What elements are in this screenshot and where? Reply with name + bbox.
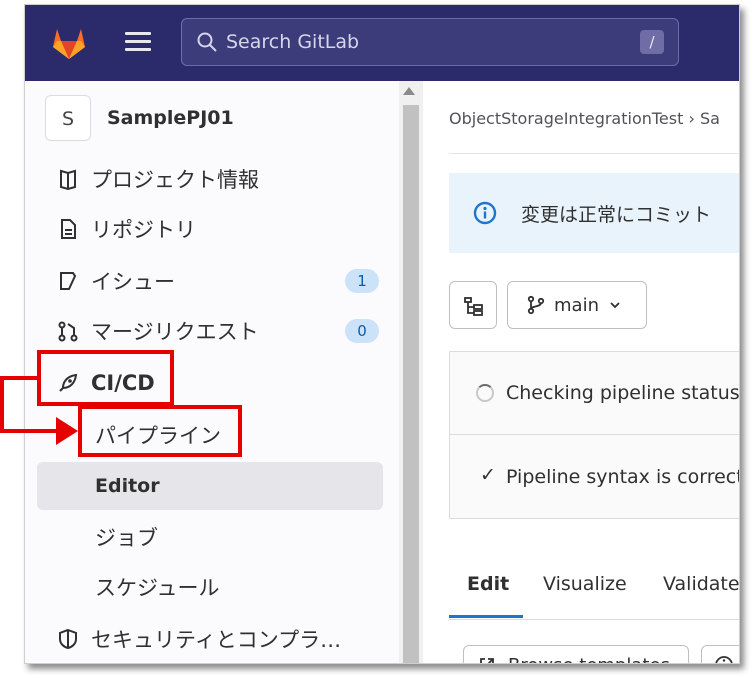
pipeline-status-row: Checking pipeline status	[450, 352, 739, 435]
annotation-highlight-pipelines	[78, 405, 242, 457]
browse-templates-button[interactable]: Browse templates	[463, 645, 689, 663]
scroll-up-arrow-icon[interactable]	[403, 87, 415, 95]
hamburger-icon[interactable]	[125, 32, 151, 54]
active-tab-indicator	[449, 615, 523, 618]
help-icon	[715, 656, 733, 663]
search-icon	[197, 32, 217, 52]
issues-count-badge: 1	[345, 269, 379, 293]
sidebar-item-issues[interactable]: イシュー 1	[37, 259, 383, 303]
annotation-connector-line	[0, 376, 4, 433]
alert-message: 変更は正常にコミット	[521, 204, 712, 226]
sidebar-item-label: セキュリティとコンプラ…	[91, 628, 342, 652]
annotation-highlight-cicd	[37, 350, 174, 406]
shield-icon	[59, 628, 77, 650]
sidebar-item-label: プロジェクト情報	[91, 168, 259, 192]
info-icon	[473, 201, 497, 225]
branch-name: main	[554, 294, 599, 316]
search-shortcut-badge: /	[640, 30, 664, 54]
merge-request-icon	[58, 321, 78, 342]
sidebar-subitem-label: ジョブ	[95, 526, 158, 550]
sidebar-subitem-label: スケジュール	[95, 576, 220, 600]
main-content: ObjectStorageIntegrationTest › Sa 変更は正常に…	[423, 81, 739, 663]
sidebar-scrollbar-thumb[interactable]	[403, 105, 419, 663]
annotation-arrow-head	[56, 417, 78, 445]
editor-tabs: Edit Visualize Validate	[449, 561, 739, 620]
sidebar-item-label: マージリクエスト	[91, 320, 259, 344]
branch-selector[interactable]: main	[507, 281, 647, 329]
sidebar-item-label: イシュー	[91, 270, 175, 294]
help-button[interactable]	[701, 645, 739, 663]
sidebar-item-security[interactable]: セキュリティとコンプラ…	[37, 617, 383, 661]
branch-icon	[527, 295, 545, 315]
breadcrumb-divider	[449, 153, 739, 154]
top-bar: Search GitLab /	[25, 5, 739, 81]
sidebar-subitem-jobs[interactable]: ジョブ	[37, 513, 383, 561]
project-name: SamplePJ01	[107, 107, 234, 129]
annotation-connector-line	[0, 376, 37, 380]
browse-templates-label: Browse templates	[508, 655, 670, 663]
breadcrumb[interactable]: ObjectStorageIntegrationTest › Sa	[449, 109, 720, 128]
search-input[interactable]: Search GitLab /	[181, 18, 679, 66]
loading-spinner-icon	[476, 384, 494, 402]
tab-edit[interactable]: Edit	[467, 573, 509, 595]
pipeline-status-text: Checking pipeline status	[506, 382, 739, 404]
syntax-status-text: Pipeline syntax is correct	[506, 466, 739, 488]
file-tree-toggle-button[interactable]	[449, 281, 497, 329]
external-link-icon	[480, 658, 494, 663]
search-placeholder: Search GitLab	[226, 31, 360, 53]
sidebar-item-project-info[interactable]: プロジェクト情報	[37, 157, 383, 201]
tab-visualize[interactable]: Visualize	[543, 573, 627, 595]
pipeline-status-panel: Checking pipeline status ✓ Pipeline synt…	[449, 351, 739, 519]
sidebar-item-repository[interactable]: リポジトリ	[37, 207, 383, 251]
annotation-connector-line	[0, 429, 58, 433]
sidebar-subitem-schedules[interactable]: スケジュール	[37, 563, 383, 611]
project-avatar: S	[45, 95, 91, 141]
app-window: Search GitLab / S SamplePJ01 プロジェクト情報 リポ…	[24, 4, 740, 664]
success-alert: 変更は正常にコミット	[449, 173, 739, 253]
check-icon: ✓	[480, 464, 496, 486]
issues-icon	[60, 272, 77, 290]
sidebar-subitem-label: Editor	[95, 475, 160, 497]
project-header[interactable]: S SamplePJ01	[45, 93, 234, 143]
sidebar-subitem-editor[interactable]: Editor	[37, 462, 383, 510]
gitlab-logo[interactable]	[49, 23, 89, 63]
file-tree-icon	[464, 297, 483, 316]
document-icon	[61, 219, 76, 239]
sidebar-item-merge-requests[interactable]: マージリクエスト 0	[37, 309, 383, 353]
sidebar-item-label: リポジトリ	[91, 218, 196, 242]
chevron-down-icon	[610, 302, 620, 309]
project-info-icon	[60, 169, 76, 190]
tab-validate[interactable]: Validate	[663, 573, 739, 595]
merge-requests-count-badge: 0	[345, 319, 379, 343]
